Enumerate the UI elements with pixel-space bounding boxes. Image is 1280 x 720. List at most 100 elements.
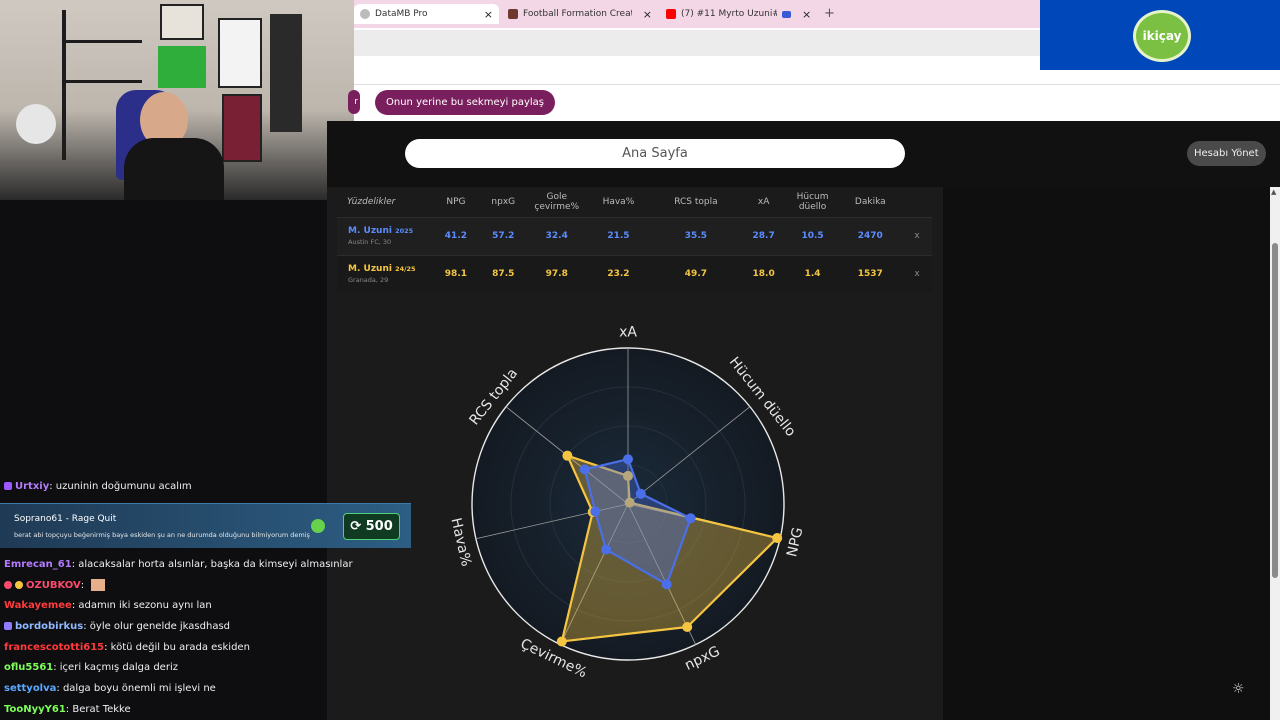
radar-point [682, 621, 693, 632]
chat-message: settyolva: dalga boyu önemli mi işlevi n… [4, 683, 216, 694]
chat-username[interactable]: Wakayemee [4, 600, 72, 611]
radar-point [685, 513, 696, 524]
player-season: 2025 [395, 227, 414, 235]
reward-gem-icon [311, 519, 325, 533]
stat-cell: 35.5 [651, 217, 741, 256]
right-panel [943, 187, 1280, 720]
formation-icon [508, 9, 518, 19]
player-team: Austin FC, 30 [348, 238, 392, 246]
stat-cell: 49.7 [651, 255, 741, 293]
player-season: 24/25 [395, 265, 416, 274]
chat-text: : adamın iki sezonu aynı lan [71, 600, 212, 611]
stat-cell: 32.4 [527, 217, 586, 256]
stat-cell: 57.2 [478, 217, 528, 256]
stat-cell: 23.2 [585, 255, 652, 293]
chat-text: : dalga boyu önemli mi işlevi ne [56, 683, 216, 694]
chat-username[interactable]: OZUBKOV [26, 580, 81, 591]
radar-point [556, 636, 567, 647]
stat-cell: 98.1 [433, 255, 479, 293]
player-cell: M. Uzuni 2025 Austin FC, 30 [337, 217, 433, 256]
chat-text: : [80, 580, 85, 591]
tab-football-formation[interactable]: Football Formation Creator: Re × [508, 4, 652, 24]
chat-username[interactable]: settyolva [4, 683, 56, 694]
close-tab-icon[interactable]: × [802, 8, 811, 21]
radar-axis-label: Hava% [447, 516, 474, 568]
tab-youtube[interactable]: (7) #11 Myrto Uzuni#Grana × [666, 4, 814, 24]
scroll-up-icon[interactable]: ▲ [1271, 188, 1276, 196]
column-header: Yüzdelikler [337, 187, 433, 218]
radar-axis-label: NPG [784, 526, 806, 559]
share-partial-button[interactable]: r [348, 90, 360, 114]
remove-player-button[interactable]: x [902, 255, 932, 293]
chat-list: Emrecan_61: alacaksalar horta alsınlar, … [0, 556, 353, 720]
radar-point [661, 579, 672, 590]
column-header [902, 187, 932, 218]
chat-message: francescototti615: kötü değil bu arada e… [4, 642, 250, 653]
badge-icon [4, 482, 12, 490]
redemption-reward: - Rage Quit [65, 514, 117, 524]
sponsor-name: ikiçay [1142, 29, 1182, 43]
emote-icon [91, 579, 106, 591]
radar-point [635, 488, 646, 499]
stat-cell: 97.8 [527, 255, 586, 293]
stat-cell: 18.0 [740, 255, 787, 293]
scrollbar-thumb[interactable] [1272, 243, 1278, 578]
stat-cell: 2470 [838, 217, 902, 256]
player-team: Granada, 29 [348, 276, 389, 285]
chat-text: : içeri kaçmış dalga deriz [53, 662, 178, 673]
tab-label: (7) #11 Myrto Uzuni#Grana [681, 9, 777, 19]
radar-point [601, 544, 612, 555]
stat-cell: 41.2 [433, 217, 479, 256]
close-tab-icon[interactable]: × [643, 8, 652, 21]
radar-point [562, 450, 573, 461]
radar-point [579, 464, 590, 475]
tab-label: DataMB Pro [375, 9, 428, 19]
home-button[interactable]: Ana Sayfa [405, 139, 905, 168]
close-tab-icon[interactable]: × [484, 8, 493, 21]
points-value: 500 [365, 519, 393, 534]
stat-cell: 28.7 [740, 217, 787, 256]
stat-cell: 87.5 [478, 255, 528, 293]
chat-username[interactable]: oflu5561 [4, 662, 53, 673]
new-tab-button[interactable]: + [824, 6, 835, 21]
sponsor-logo: ikiçay [1133, 10, 1191, 62]
chat-message: Wakayemee: adamın iki sezonu aynı lan [4, 600, 212, 611]
column-header: npxG [478, 187, 528, 218]
chat-username[interactable]: Emrecan_61 [4, 559, 72, 570]
redemption-title: Soprano61 - Rage Quit [14, 514, 116, 524]
player-name: M. Uzuni [348, 226, 392, 236]
chat-text: : alacaksalar horta alsınlar, başka da k… [71, 559, 353, 570]
chat-message: bordobirkus: öyle olur genelde jkasdhasd [4, 621, 230, 632]
table-row: M. Uzuni 2025 Austin FC, 30 41.2 57.2 32… [337, 217, 932, 256]
badge-icon [4, 581, 12, 589]
radar-point [623, 454, 633, 465]
column-header: RCS topla [651, 187, 741, 218]
redemption-user[interactable]: Soprano61 [14, 514, 63, 524]
chat-message: OZUBKOV: [4, 579, 108, 591]
tab-label: Football Formation Creator: Re [523, 9, 632, 19]
radar-axis-label: xA [619, 324, 637, 340]
player-cell: M. Uzuni 24/25 Granada, 29 [337, 255, 433, 293]
youtube-icon [666, 9, 676, 19]
chat-username[interactable]: Urtxiy [15, 481, 49, 492]
chat-username[interactable]: bordobirkus [15, 621, 83, 632]
screen: DataMB Pro × Football Formation Creator:… [0, 0, 1280, 720]
chat-text: : kötü değil bu arada eskiden [104, 642, 250, 653]
chat-text: : uzuninin doğumunu acalım [49, 481, 192, 492]
column-header: xA [740, 187, 787, 218]
sponsor-banner: ikiçay [1040, 0, 1280, 70]
radar-point [772, 533, 783, 544]
redemption-text: berat abi topçuyu beğenirmiş baya eskide… [14, 531, 310, 539]
radar-point [590, 506, 601, 517]
manage-account-button[interactable]: Hesabı Yönet [1187, 141, 1266, 166]
remove-player-button[interactable]: x [902, 217, 932, 256]
sun-icon[interactable]: ☼ [1232, 681, 1245, 697]
chat-username[interactable]: francescototti615 [4, 642, 104, 653]
address-bar[interactable] [354, 30, 1040, 56]
tab-datamb-pro[interactable]: DataMB Pro × [354, 4, 499, 24]
stat-cell: 10.5 [786, 217, 839, 256]
share-tab-button[interactable]: Onun yerine bu sekmeyi paylaş [375, 90, 555, 115]
chat-message: oflu5561: içeri kaçmış dalga deriz [4, 662, 178, 673]
chat-username[interactable]: TooNyyY61 [4, 704, 66, 715]
chat-message: TooNyyY61: Berat Tekke [4, 704, 131, 715]
